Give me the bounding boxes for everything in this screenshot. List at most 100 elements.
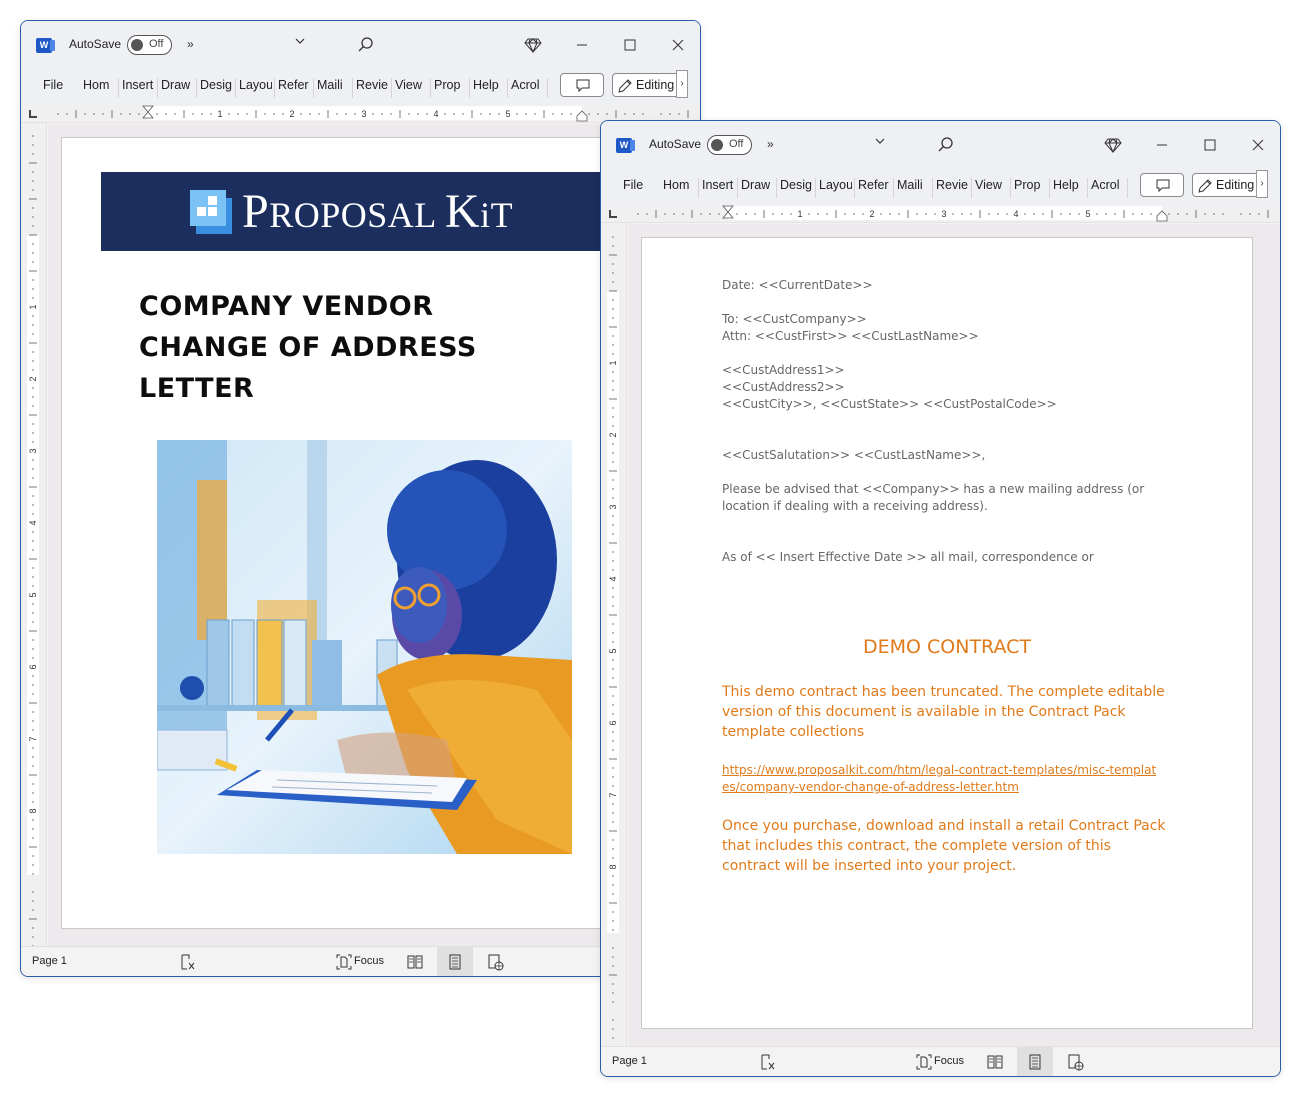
focus-mode-icon[interactable] [915, 1053, 933, 1071]
minimize-icon[interactable] [1152, 135, 1172, 155]
tab-mailings[interactable]: Maili [317, 78, 350, 92]
tab-layout[interactable]: Layou [819, 178, 852, 192]
tab-review[interactable]: Revie [356, 78, 389, 92]
tab-review[interactable]: Revie [936, 178, 969, 192]
focus-mode-button[interactable]: Focus [354, 955, 384, 967]
maximize-icon[interactable] [620, 35, 640, 55]
read-mode-icon[interactable] [406, 953, 424, 971]
accessibility-check-icon[interactable] [179, 953, 197, 971]
tab-view[interactable]: View [975, 178, 1008, 192]
tab-view[interactable]: View [395, 78, 428, 92]
close-icon[interactable] [668, 35, 688, 55]
tab-separator [196, 78, 197, 98]
page-indicator[interactable]: Page 1 [32, 955, 67, 967]
more-commands-button[interactable]: » [767, 137, 774, 151]
web-layout-icon[interactable] [486, 953, 504, 971]
tab-home[interactable]: Hom [83, 78, 116, 92]
comments-button[interactable] [1140, 173, 1184, 197]
print-layout-button[interactable] [437, 947, 473, 976]
ruler-label: 8 [608, 864, 618, 869]
maximize-icon[interactable] [1200, 135, 1220, 155]
page-indicator[interactable]: Page 1 [612, 1055, 647, 1067]
vertical-ruler[interactable]: 1 2 3 4 5 6 7 8 [601, 223, 627, 1048]
tab-design[interactable]: Desig [780, 178, 813, 192]
diamond-icon[interactable] [1104, 136, 1122, 154]
focus-mode-button[interactable]: Focus [934, 1055, 964, 1067]
focus-mode-icon[interactable] [335, 953, 353, 971]
close-icon[interactable] [1248, 135, 1268, 155]
right-indent-marker[interactable] [1156, 210, 1168, 222]
comment-icon [576, 79, 590, 93]
contract-template-link[interactable]: https://www.proposalkit.com/htm/legal-co… [722, 762, 1162, 796]
horizontal-ruler[interactable]: 1 2 3 4 5 [21, 105, 700, 123]
ribbon-expand-button[interactable]: › [1256, 170, 1268, 198]
editing-mode-button[interactable]: Editing [612, 73, 686, 97]
autosave-toggle[interactable]: Off [127, 35, 172, 55]
tab-separator [1087, 178, 1088, 198]
editing-mode-button[interactable]: Editing [1192, 173, 1266, 197]
right-indent-marker[interactable] [576, 110, 588, 122]
comments-button[interactable] [560, 73, 604, 97]
demo-purchase-notice: Once you purchase, download and install … [722, 818, 1166, 874]
ruler-label: 5 [1085, 209, 1090, 219]
tab-home[interactable]: Hom [663, 178, 696, 192]
to-line: To: <<CustCompany>> [722, 312, 867, 326]
customize-toolbar-dropdown[interactable] [294, 35, 306, 50]
brand-letter: K [444, 185, 481, 238]
ruler-label: 6 [28, 664, 38, 669]
tab-properties[interactable]: Prop [1014, 178, 1045, 192]
document-canvas[interactable]: Date: <<CurrentDate>> To: <<CustCompany>… [628, 224, 1280, 1046]
ruler-label: 1 [217, 109, 222, 119]
autosave-label: AutoSave [69, 37, 122, 51]
first-line-indent-marker[interactable] [722, 205, 734, 219]
brand-letter: T [490, 195, 514, 235]
address-line-2: <<CustAddress2>> [722, 380, 845, 394]
tab-file[interactable]: File [623, 178, 647, 192]
ruler-ticks: 1 2 3 4 5 6 7 8 [28, 135, 38, 947]
tab-insert[interactable]: Insert [122, 78, 156, 92]
tab-properties[interactable]: Prop [434, 78, 465, 92]
tab-separator [547, 78, 548, 98]
proposal-kit-banner: PROPOSAL KiT [101, 172, 621, 251]
tab-acrobat[interactable]: Acrol [1091, 178, 1123, 192]
more-commands-button[interactable]: » [187, 37, 194, 51]
read-mode-icon[interactable] [986, 1053, 1004, 1071]
document-page[interactable]: Date: <<CurrentDate>> To: <<CustCompany>… [641, 237, 1253, 1029]
first-line-indent-marker[interactable] [142, 105, 154, 119]
document-title: COMPANY VENDOR CHANGE OF ADDRESS LETTER [139, 286, 539, 409]
tab-acrobat[interactable]: Acrol [511, 78, 543, 92]
tab-separator [313, 78, 314, 98]
tab-file[interactable]: File [43, 78, 67, 92]
tab-design[interactable]: Desig [200, 78, 233, 92]
tab-help[interactable]: Help [473, 78, 503, 92]
pencil-icon [618, 79, 632, 93]
tab-references[interactable]: Refer [278, 78, 311, 92]
print-layout-button[interactable] [1017, 1047, 1053, 1076]
chevron-down-icon [875, 138, 885, 144]
address-line-1: <<CustAddress1>> [722, 363, 845, 377]
minimize-icon[interactable] [572, 35, 592, 55]
brand-letters: ROPOSAL [269, 195, 445, 235]
ruler-label: 2 [608, 432, 618, 437]
document-page[interactable]: PROPOSAL KiT COMPANY VENDOR CHANGE OF AD… [61, 137, 621, 929]
search-icon[interactable] [936, 135, 956, 155]
tab-draw[interactable]: Draw [741, 178, 774, 192]
salutation-line: <<CustSalutation>> <<CustLastName>>, [722, 448, 986, 462]
search-icon[interactable] [356, 35, 376, 55]
ribbon-expand-button[interactable]: › [676, 70, 688, 98]
tab-mailings[interactable]: Maili [897, 178, 930, 192]
tab-insert[interactable]: Insert [702, 178, 736, 192]
tab-references[interactable]: Refer [858, 178, 891, 192]
web-layout-icon[interactable] [1066, 1053, 1084, 1071]
tab-layout[interactable]: Layou [239, 78, 272, 92]
autosave-toggle[interactable]: Off [707, 135, 752, 155]
customize-toolbar-dropdown[interactable] [874, 135, 886, 150]
diamond-icon[interactable] [524, 36, 542, 54]
tab-draw[interactable]: Draw [161, 78, 194, 92]
accessibility-check-icon[interactable] [759, 1053, 777, 1071]
tab-separator [1010, 178, 1011, 198]
tab-help[interactable]: Help [1053, 178, 1083, 192]
autosave-state: Off [149, 38, 164, 50]
vertical-ruler[interactable]: 1 2 3 4 5 6 7 8 [21, 123, 47, 947]
horizontal-ruler[interactable]: 1 2 3 4 5 [601, 205, 1280, 223]
